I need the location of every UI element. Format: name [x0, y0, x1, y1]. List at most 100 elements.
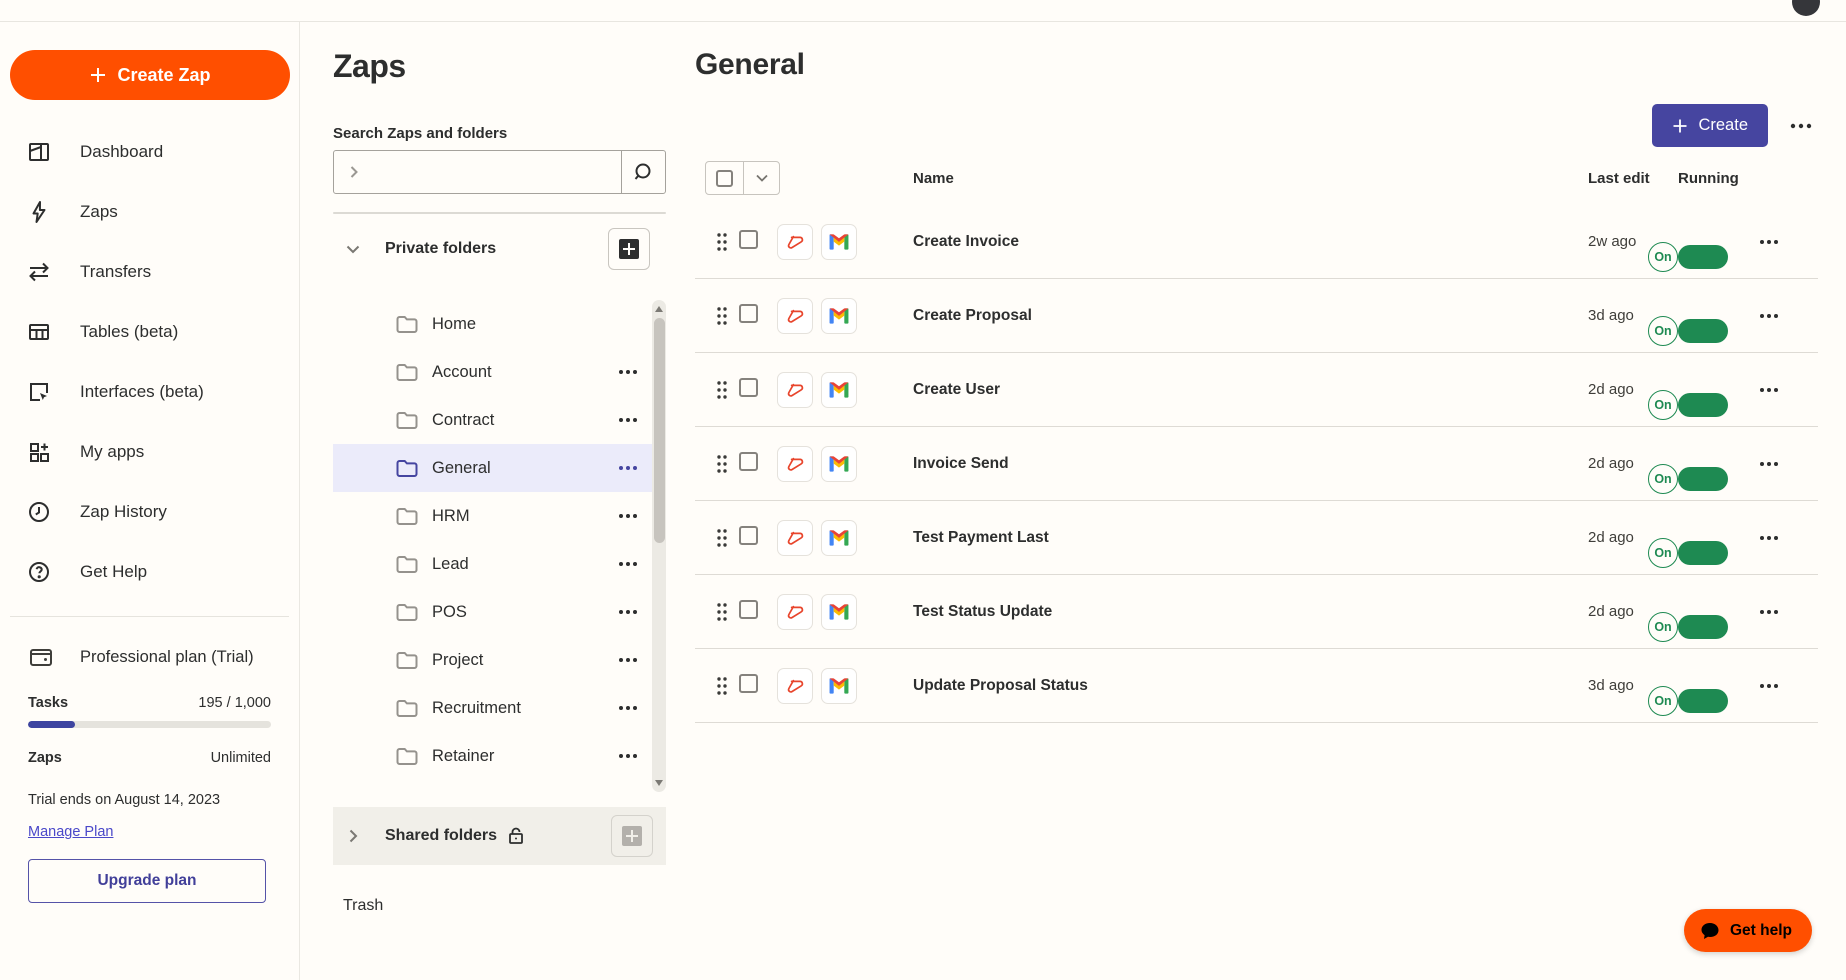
row-checkbox[interactable]: [739, 303, 758, 323]
row-checkbox[interactable]: [739, 451, 758, 471]
zap-name[interactable]: Test Payment Last: [865, 529, 1558, 547]
zap-row-menu[interactable]: [1753, 603, 1793, 621]
search-button[interactable]: [621, 151, 665, 193]
add-shared-folder-button[interactable]: [611, 815, 653, 857]
folder-menu-icon[interactable]: [618, 465, 638, 471]
zoho-icon: [777, 445, 813, 482]
plus-icon: [622, 826, 642, 846]
row-checkbox[interactable]: [739, 599, 758, 619]
search-input[interactable]: [374, 151, 621, 193]
get-help-button[interactable]: Get help: [1683, 909, 1812, 952]
drag-handle-icon[interactable]: [705, 675, 739, 697]
zap-name[interactable]: Create User: [865, 381, 1558, 399]
toggle-on-label: On: [1648, 241, 1678, 272]
gmail-icon: [821, 593, 857, 630]
drag-handle-icon[interactable]: [705, 305, 739, 327]
row-checkbox[interactable]: [739, 377, 758, 397]
row-checkbox[interactable]: [739, 525, 758, 545]
folder-item-recruitment[interactable]: Recruitment: [333, 684, 652, 732]
folder-actions-menu[interactable]: [1784, 117, 1818, 135]
folder-menu-icon[interactable]: [618, 705, 638, 711]
tasks-progress-fill: [28, 721, 76, 728]
manage-plan-link[interactable]: Manage Plan: [28, 824, 113, 840]
zap-row-menu[interactable]: [1753, 455, 1793, 473]
zap-row-menu[interactable]: [1753, 307, 1793, 325]
upgrade-plan-button[interactable]: Upgrade plan: [28, 859, 266, 903]
private-folders-title[interactable]: Private folders: [385, 240, 608, 258]
sidebar-item-label: Zap History: [80, 502, 167, 521]
folder-item-account[interactable]: Account: [333, 348, 652, 396]
folder-item-home[interactable]: Home: [333, 300, 652, 348]
drag-handle-icon[interactable]: [705, 453, 739, 475]
sidebar-item-my-apps[interactable]: My apps: [10, 422, 289, 482]
trash-link[interactable]: Trash: [333, 897, 666, 915]
drag-handle-icon[interactable]: [705, 379, 739, 401]
folder-list-scrollbar[interactable]: [652, 300, 666, 792]
drag-handle-icon[interactable]: [705, 601, 739, 623]
folder-item-retainer[interactable]: Retainer: [333, 732, 652, 780]
tasks-progress-bar: [28, 721, 271, 728]
table-icon: [26, 319, 52, 345]
zap-name[interactable]: Create Proposal: [865, 307, 1558, 325]
zap-row-menu[interactable]: [1753, 677, 1793, 695]
folder-item-general[interactable]: General: [333, 444, 652, 492]
shared-folders-title[interactable]: Shared folders: [385, 826, 525, 846]
help-circle-icon: [26, 559, 52, 585]
zap-name[interactable]: Invoice Send: [865, 455, 1558, 473]
chevron-right-icon[interactable]: [345, 828, 367, 844]
folder-menu-icon[interactable]: [618, 609, 638, 615]
transfers-icon: [26, 259, 52, 285]
gmail-icon: [821, 445, 857, 482]
sidebar-item-interfaces[interactable]: Interfaces (beta): [10, 362, 289, 422]
sidebar-item-zaps[interactable]: Zaps: [10, 182, 289, 242]
chevron-down-icon[interactable]: [345, 241, 367, 257]
zoho-icon: [777, 593, 813, 630]
folder-item-hrm[interactable]: HRM: [333, 492, 652, 540]
scroll-up-arrow-icon[interactable]: [655, 306, 663, 312]
sidebar: Create Zap Dashboard Zaps Transfers Tabl…: [0, 22, 300, 980]
folder-icon: [395, 457, 419, 479]
folder-menu-icon[interactable]: [618, 657, 638, 663]
add-private-folder-button[interactable]: [608, 228, 650, 270]
sidebar-item-tables[interactable]: Tables (beta): [10, 302, 289, 362]
select-all-split-button[interactable]: [705, 161, 780, 195]
row-checkbox[interactable]: [739, 673, 758, 693]
panel-divider: [333, 212, 666, 214]
folder-item-project[interactable]: Project: [333, 636, 652, 684]
folder-item-pos[interactable]: POS: [333, 588, 652, 636]
create-zap-button[interactable]: Create Zap: [10, 50, 290, 100]
scroll-down-arrow-icon[interactable]: [655, 780, 663, 786]
folder-menu-icon[interactable]: [618, 369, 638, 375]
row-checkbox[interactable]: [739, 229, 758, 249]
scrollbar-thumb[interactable]: [653, 318, 665, 543]
zoho-icon: [777, 519, 813, 556]
zap-name[interactable]: Update Proposal Status: [865, 677, 1558, 695]
zap-name[interactable]: Create Invoice: [865, 233, 1558, 251]
user-avatar[interactable]: [1792, 0, 1820, 16]
create-button[interactable]: Create: [1652, 104, 1768, 147]
drag-handle-icon[interactable]: [705, 527, 739, 549]
zap-name[interactable]: Test Status Update: [865, 603, 1558, 621]
sidebar-item-transfers[interactable]: Transfers: [10, 242, 289, 302]
sidebar-item-get-help[interactable]: Get Help: [10, 542, 289, 602]
sidebar-item-zap-history[interactable]: Zap History: [10, 482, 289, 542]
folder-menu-icon[interactable]: [618, 513, 638, 519]
zap-row-menu[interactable]: [1753, 233, 1793, 251]
sidebar-item-dashboard[interactable]: Dashboard: [10, 122, 289, 182]
zap-row-menu[interactable]: [1753, 381, 1793, 399]
folder-item-lead[interactable]: Lead: [333, 540, 652, 588]
zap-row-menu[interactable]: [1753, 529, 1793, 547]
select-menu-chevron[interactable]: [744, 162, 779, 194]
folder-menu-icon[interactable]: [618, 753, 638, 759]
folder-item-contract[interactable]: Contract: [333, 396, 652, 444]
plus-icon: [1673, 119, 1687, 132]
folder-icon: [395, 553, 419, 575]
drag-handle-icon[interactable]: [705, 231, 739, 253]
select-all-checkbox[interactable]: [716, 169, 733, 187]
folder-item-partial[interactable]: Reports: [333, 780, 652, 792]
plus-icon: [91, 68, 106, 82]
trial-note: Trial ends on August 14, 2023: [28, 792, 221, 808]
folder-menu-icon[interactable]: [618, 417, 638, 423]
zaps-value: Unlimited: [210, 750, 271, 766]
folder-menu-icon[interactable]: [618, 561, 638, 567]
